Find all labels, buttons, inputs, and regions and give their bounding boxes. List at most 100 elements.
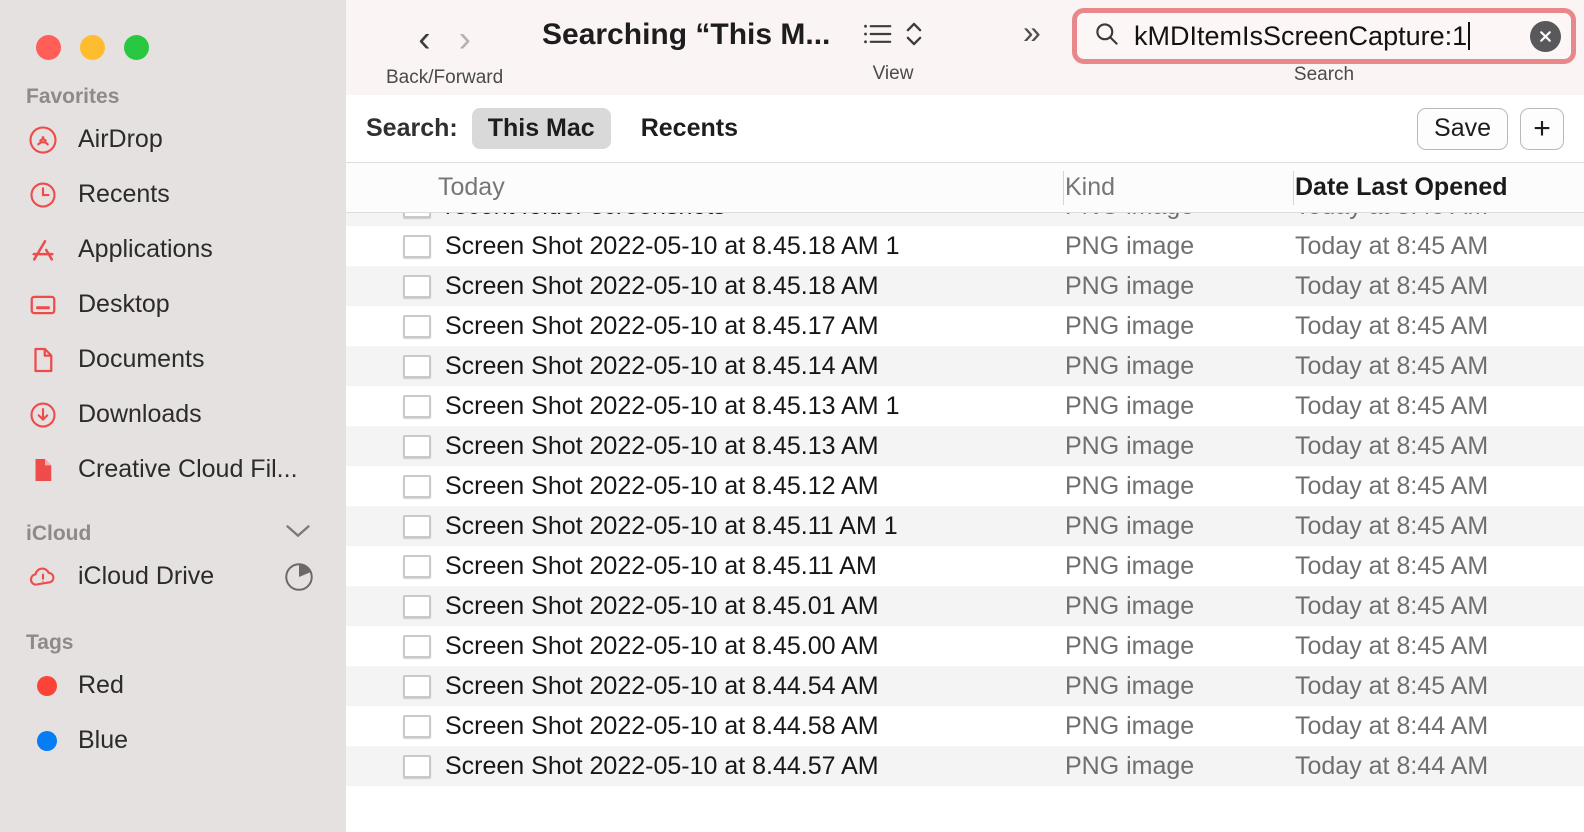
table-row[interactable]: recent folder screenshots PNG image Today …	[346, 213, 1584, 226]
file-kind-cell: PNG image	[1065, 271, 1195, 300]
file-list[interactable]: recent folder screenshots PNG image Today …	[346, 213, 1584, 832]
file-kind-cell: PNG image	[1065, 551, 1195, 580]
back-button[interactable]: ‹	[418, 20, 430, 57]
table-row[interactable]: Screen Shot 2022-05-10 at 8.45.18 AM 1 PN…	[346, 226, 1584, 266]
toolbar: ‹ › Back/Forward Searching “This M... Vi…	[346, 0, 1584, 95]
sidebar-item-recents[interactable]: Recents	[0, 167, 346, 222]
column-header-kind[interactable]: Kind	[1065, 173, 1115, 202]
list-view-icon[interactable]	[862, 21, 894, 52]
file-kind-cell: PNG image	[1065, 671, 1195, 700]
chevron-up-down-icon[interactable]	[904, 19, 924, 54]
table-row[interactable]: Screen Shot 2022-05-10 at 8.45.11 AM 1 PN…	[346, 506, 1584, 546]
column-header-name[interactable]: Today	[438, 173, 505, 202]
table-row[interactable]: Screen Shot 2022-05-10 at 8.45.01 AM PNG …	[346, 586, 1584, 626]
png-screenshot-icon	[403, 474, 431, 498]
file-name-cell: Screen Shot 2022-05-10 at 8.45.17 AM	[403, 312, 879, 341]
search-icon	[1093, 20, 1120, 52]
table-row[interactable]: Screen Shot 2022-05-10 at 8.45.14 AM PNG …	[346, 346, 1584, 386]
sidebar-item-applications[interactable]: Applications	[0, 222, 346, 277]
double-chevron-right-icon[interactable]: »	[1023, 14, 1041, 51]
png-screenshot-icon	[403, 594, 431, 618]
close-button[interactable]	[36, 35, 61, 60]
chevron-down-icon[interactable]	[284, 522, 346, 546]
table-row[interactable]: Screen Shot 2022-05-10 at 8.45.11 AM PNG …	[346, 546, 1584, 586]
file-date-cell: Today at 8:45 AM	[1295, 213, 1488, 221]
table-row[interactable]: Screen Shot 2022-05-10 at 8.45.00 AM PNG …	[346, 626, 1584, 666]
table-row[interactable]: Screen Shot 2022-05-10 at 8.44.57 AM PNG …	[346, 746, 1584, 786]
clock-icon	[26, 178, 60, 212]
png-screenshot-icon	[403, 394, 431, 418]
sidebar-item-label: Desktop	[78, 290, 170, 318]
table-row[interactable]: Screen Shot 2022-05-10 at 8.45.12 AM PNG …	[346, 466, 1584, 506]
search-scope-label: Search:	[366, 114, 458, 142]
tag-dot-blue-icon	[26, 724, 60, 758]
png-screenshot-icon	[403, 714, 431, 738]
search-field[interactable]: kMDItemIsScreenCapture:1	[1072, 8, 1576, 64]
table-row[interactable]: Screen Shot 2022-05-10 at 8.45.17 AM PNG …	[346, 306, 1584, 346]
table-row[interactable]: Screen Shot 2022-05-10 at 8.45.18 AM PNG …	[346, 266, 1584, 306]
table-row[interactable]: Screen Shot 2022-05-10 at 8.45.13 AM PNG …	[346, 426, 1584, 466]
sync-progress-icon[interactable]	[282, 560, 346, 594]
file-name-cell: Screen Shot 2022-05-10 at 8.44.54 AM	[403, 672, 879, 701]
file-date-cell: Today at 8:45 AM	[1295, 351, 1489, 380]
desktop-icon	[26, 288, 60, 322]
file-name-label: Screen Shot 2022-05-10 at 8.45.14 AM	[445, 351, 879, 380]
sidebar-item-documents[interactable]: Documents	[0, 332, 346, 387]
sidebar-section-favorites: Favorites	[0, 82, 346, 112]
png-screenshot-icon	[403, 754, 431, 778]
table-row[interactable]: Screen Shot 2022-05-10 at 8.45.13 AM 1 PN…	[346, 386, 1584, 426]
file-date-cell: Today at 8:44 AM	[1295, 711, 1489, 740]
tag-dot-red-icon	[26, 669, 60, 703]
file-date-cell: Today at 8:45 AM	[1295, 591, 1489, 620]
sidebar-item-label: Creative Cloud Fil...	[78, 455, 298, 483]
file-date-cell: Today at 8:45 AM	[1295, 271, 1489, 300]
file-kind-cell: PNG image	[1065, 511, 1195, 540]
file-date-cell: Today at 8:45 AM	[1295, 431, 1489, 460]
png-screenshot-icon	[403, 434, 431, 458]
file-kind-cell: PNG image	[1065, 751, 1195, 780]
view-group: View	[862, 12, 924, 85]
view-caption: View	[872, 63, 914, 84]
file-kind-cell: PNG image	[1065, 391, 1195, 420]
table-row[interactable]: Screen Shot 2022-05-10 at 8.44.58 AM PNG …	[346, 706, 1584, 746]
file-date-cell: Today at 8:44 AM	[1295, 751, 1489, 780]
search-input[interactable]: kMDItemIsScreenCapture:1	[1134, 21, 1516, 52]
png-screenshot-icon	[403, 314, 431, 338]
file-name-cell: Screen Shot 2022-05-10 at 8.45.18 AM	[403, 272, 879, 301]
scope-option-recents[interactable]: Recents	[625, 108, 754, 149]
file-date-cell: Today at 8:45 AM	[1295, 551, 1489, 580]
sidebar-section-title: iCloud	[26, 522, 92, 545]
file-name-cell: Screen Shot 2022-05-10 at 8.45.11 AM	[403, 552, 877, 581]
minimize-button[interactable]	[80, 35, 105, 60]
file-kind-cell: PNG image	[1065, 631, 1195, 660]
file-name-label: Screen Shot 2022-05-10 at 8.45.00 AM	[445, 631, 879, 660]
file-name-cell: Screen Shot 2022-05-10 at 8.45.01 AM	[403, 592, 879, 621]
sidebar-item-tag-red[interactable]: Red	[0, 658, 346, 713]
save-button[interactable]: Save	[1417, 107, 1508, 150]
sidebar-item-icloud-drive[interactable]: iCloud Drive	[0, 549, 346, 604]
sidebar-section-icloud[interactable]: iCloud	[0, 519, 346, 549]
add-criteria-button[interactable]: +	[1520, 107, 1564, 150]
file-name-label: Screen Shot 2022-05-10 at 8.44.58 AM	[445, 711, 879, 740]
download-icon	[26, 398, 60, 432]
sidebar-item-downloads[interactable]: Downloads	[0, 387, 346, 442]
document-icon	[26, 343, 60, 377]
png-screenshot-icon	[403, 274, 431, 298]
file-date-cell: Today at 8:45 AM	[1295, 391, 1489, 420]
table-row[interactable]: Screen Shot 2022-05-10 at 8.44.54 AM PNG …	[346, 666, 1584, 706]
back-forward-caption: Back/Forward	[386, 67, 504, 88]
sidebar-item-airdrop[interactable]: AirDrop	[0, 112, 346, 167]
forward-button[interactable]: ›	[459, 20, 471, 57]
maximize-button[interactable]	[124, 35, 149, 60]
file-name-cell: Screen Shot 2022-05-10 at 8.45.18 AM 1	[403, 232, 899, 261]
file-name-label: Screen Shot 2022-05-10 at 8.44.57 AM	[445, 751, 879, 780]
sidebar-item-tag-blue[interactable]: Blue	[0, 713, 346, 768]
file-name-cell: Screen Shot 2022-05-10 at 8.44.57 AM	[403, 752, 879, 781]
column-header-date-last-opened[interactable]: Date Last Opened	[1295, 173, 1508, 202]
clear-search-button[interactable]	[1530, 20, 1561, 52]
sidebar-item-desktop[interactable]: Desktop	[0, 277, 346, 332]
scope-option-this-mac[interactable]: This Mac	[471, 108, 611, 149]
sidebar-item-creative-cloud-files[interactable]: Creative Cloud Fil...	[0, 442, 346, 497]
sidebar-section-title: Tags	[26, 631, 74, 654]
png-screenshot-icon	[403, 554, 431, 578]
